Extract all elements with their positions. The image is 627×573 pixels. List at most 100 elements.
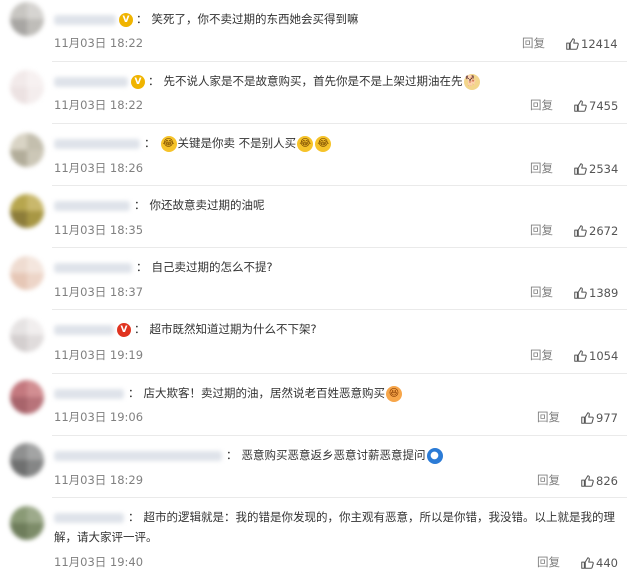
comment-item: ：你还故意卖过期的油呢 11月03日 18:35 回复 2672 [0,186,627,248]
like-button[interactable]: 1054 [573,349,618,366]
like-count: 2534 [589,162,619,176]
comment-body: ： 😂 关键是你卖 不是别人买 😂 😂 [54,133,619,153]
laugh-cry-emoji: 😂 [160,135,177,152]
username[interactable] [54,262,132,273]
comment-item: ：自己卖过期的怎么不提? 11月03日 18:37 回复 1389 [0,248,627,310]
like-button[interactable]: 2534 [573,162,618,179]
username[interactable] [54,512,124,523]
thumbs-up-icon [573,349,587,366]
username[interactable] [54,138,140,149]
reply-button[interactable]: 回复 [530,347,553,363]
like-count: 977 [596,411,618,425]
comment-item: ：恶意购买恶意返乡恶意讨薪恶意提问 ● 11月03日 18:29 回复 826 [0,436,627,498]
thumbs-up-icon [580,474,594,491]
avatar[interactable] [10,2,44,36]
username[interactable] [54,14,116,25]
laugh-cry-emoji: 😂 [315,135,332,152]
thumbs-up-icon [580,556,594,573]
comment-timestamp: 11月03日 18:35 [54,223,144,237]
like-button[interactable]: 12414 [565,37,618,54]
doraemon-emoji: ● [426,447,443,464]
comment-text: 关键是你卖 不是别人买 [177,136,297,150]
avatar[interactable] [10,194,44,228]
laugh-cry-emoji: 😂 [297,135,314,152]
avatar[interactable] [10,133,44,167]
verified-badge-icon: V [117,322,131,337]
doge-emoji: 🐕 [463,73,480,90]
like-count: 440 [596,556,618,570]
thumbs-up-icon [573,99,587,116]
like-count: 7455 [589,99,619,113]
comment-item: ： 😂 关键是你卖 不是别人买 😂 😂 11月03日 18:26 回复 2534 [0,124,627,186]
comment-item: V：笑死了，你不卖过期的东西她会买得到嘛 11月03日 18:22 回复 12414 [0,0,627,62]
comment-body: ：你还故意卖过期的油呢 [54,195,619,215]
avatar[interactable] [10,70,44,104]
avatar[interactable] [10,256,44,290]
like-count: 1054 [589,349,619,363]
username[interactable] [54,450,222,461]
thumbs-up-icon [573,286,587,303]
like-count: 12414 [581,37,618,51]
comment-timestamp: 11月03日 18:22 [54,98,144,112]
comment-timestamp: 11月03日 18:22 [54,36,144,50]
reply-button[interactable]: 回复 [530,284,553,300]
comment-item: V：先不说人家是不是故意购买，首先你是不是上架过期油在先 🐕 11月03日 18:2… [0,62,627,124]
like-button[interactable]: 977 [580,411,618,428]
comment-body: ：超市的逻辑就是：我的错是你发现的，你主观有恶意，所以是你错，我没错。以上就是我… [54,507,619,547]
verified-badge-icon: V [131,74,145,89]
like-button[interactable]: 2672 [573,224,618,241]
comment-body: ：自己卖过期的怎么不提? [54,257,619,277]
avatar[interactable] [10,506,44,540]
thumbs-up-icon [573,162,587,179]
reply-button[interactable]: 回复 [530,160,553,176]
comment-text: 先不说人家是不是故意购买，首先你是不是上架过期油在先 [163,74,463,88]
big-laugh-emoji: 😆 [386,385,402,402]
like-count: 1389 [589,286,619,300]
colon-separator: ： [134,198,146,212]
like-button[interactable]: 1389 [573,286,618,303]
colon-separator: ： [144,136,156,150]
comment-timestamp: 11月03日 18:37 [54,285,144,299]
colon-separator: ： [136,12,148,26]
comment-text: 恶意购买恶意返乡恶意讨薪恶意提问 [241,448,426,462]
username[interactable] [54,200,130,211]
comment-item: V：超市既然知道过期为什么不下架? 11月03日 19:19 回复 1054 [0,310,627,374]
reply-button[interactable]: 回复 [537,409,560,425]
reply-button[interactable]: 回复 [537,472,560,488]
colon-separator: ： [134,322,146,336]
reply-button[interactable]: 回复 [537,554,560,570]
like-count: 2672 [589,224,619,238]
avatar[interactable] [10,380,44,414]
reply-button[interactable]: 回复 [530,222,553,238]
like-button[interactable]: 7455 [573,99,618,116]
comment-body: ：恶意购买恶意返乡恶意讨薪恶意提问 ● [54,445,619,465]
thumbs-up-icon [565,37,579,54]
avatar[interactable] [10,443,44,477]
comment-text: 你还故意卖过期的油呢 [149,198,265,212]
like-button[interactable]: 826 [580,474,618,491]
comment-timestamp: 11月03日 19:06 [54,410,144,424]
comment-body: V：先不说人家是不是故意购买，首先你是不是上架过期油在先 🐕 [54,71,619,91]
comment-item: ：超市的逻辑就是：我的错是你发现的，你主观有恶意，所以是你错，我没错。以上就是我… [0,498,627,572]
comment-text: 超市既然知道过期为什么不下架? [149,322,317,336]
username[interactable] [54,76,128,87]
comment-timestamp: 11月03日 19:40 [54,555,144,569]
thumbs-up-icon [580,411,594,428]
colon-separator: ： [128,386,140,400]
comment-timestamp: 11月03日 18:26 [54,161,144,175]
colon-separator: ： [136,260,148,274]
comment-timestamp: 11月03日 18:29 [54,473,144,487]
like-button[interactable]: 440 [580,556,618,573]
comment-body: V：超市既然知道过期为什么不下架? [54,319,619,339]
colon-separator: ： [148,74,160,88]
username[interactable] [54,388,124,399]
username[interactable] [54,324,114,335]
reply-button[interactable]: 回复 [522,35,545,51]
like-count: 826 [596,474,618,488]
avatar[interactable] [10,318,44,352]
comment-text: 店大欺客！卖过期的油，居然说老百姓恶意购买 [143,386,386,400]
reply-button[interactable]: 回复 [530,97,553,113]
comment-timestamp: 11月03日 19:19 [54,348,144,362]
comment-body: V：笑死了，你不卖过期的东西她会买得到嘛 [54,9,619,29]
verified-badge-icon: V [119,12,133,27]
